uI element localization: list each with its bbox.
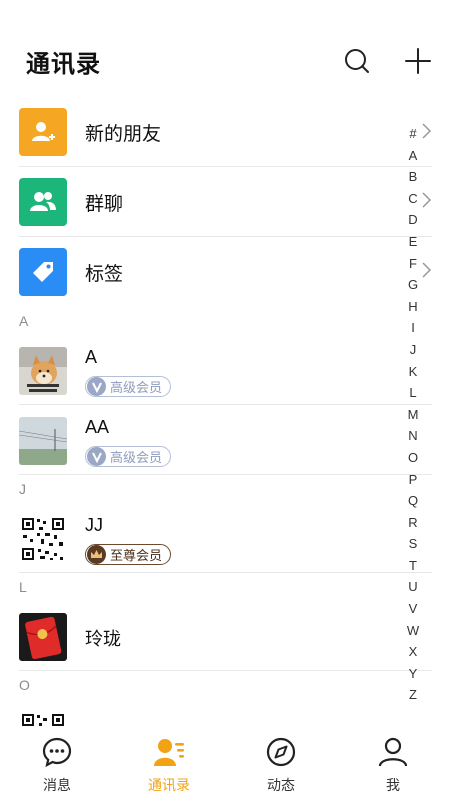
- index-letter[interactable]: K: [402, 361, 424, 383]
- tab-label: 消息: [43, 778, 71, 794]
- plus-icon: [405, 48, 431, 74]
- member-badge: 高级会员: [85, 446, 172, 467]
- avatar: [19, 347, 67, 395]
- index-letter[interactable]: T: [402, 555, 424, 577]
- index-letter[interactable]: A: [402, 145, 424, 167]
- tab-moments[interactable]: 动态: [241, 736, 321, 798]
- index-letter[interactable]: I: [402, 317, 424, 339]
- index-letter[interactable]: W: [402, 620, 424, 642]
- tab-me[interactable]: 我: [353, 736, 433, 798]
- tags-label: 标签: [85, 263, 124, 285]
- badge-label: 至尊会员: [110, 549, 163, 564]
- divider: [19, 572, 432, 573]
- compass-icon: [266, 737, 296, 767]
- index-letter[interactable]: R: [402, 512, 424, 534]
- landscape-photo: [19, 417, 67, 465]
- contacts-icon: [154, 739, 184, 766]
- index-letter[interactable]: F: [402, 253, 424, 275]
- index-letter[interactable]: L: [402, 382, 424, 404]
- contact-name: 玲珑: [85, 629, 121, 649]
- contact-name: A: [85, 347, 98, 367]
- index-letter[interactable]: V: [402, 598, 424, 620]
- divider: [19, 670, 432, 671]
- contact-name: AA: [85, 417, 110, 437]
- person-icon: [378, 737, 408, 767]
- avatar: [19, 417, 67, 465]
- chat-bubble-icon: [42, 737, 72, 768]
- crown-icon: [87, 545, 106, 564]
- index-letter[interactable]: C: [402, 188, 424, 210]
- index-letter[interactable]: N: [402, 425, 424, 447]
- red-envelope: [19, 613, 67, 661]
- index-letter[interactable]: H: [402, 296, 424, 318]
- index-letter[interactable]: Z: [402, 684, 424, 706]
- section-header-o: O: [19, 677, 30, 693]
- section-header-a: A: [19, 313, 29, 329]
- tag-icon: [19, 248, 67, 296]
- alphabet-index-bar[interactable]: # A B C D E F G H I J K L M N O P Q R S T U V W X Y Z: [402, 123, 424, 706]
- index-letter[interactable]: X: [402, 641, 424, 663]
- page-title: 通讯录: [26, 50, 101, 78]
- badge-label: 高级会员: [110, 451, 163, 466]
- contact-row[interactable]: JJ 至尊会员: [0, 503, 450, 573]
- index-letter[interactable]: G: [402, 274, 424, 296]
- index-letter[interactable]: E: [402, 231, 424, 253]
- contact-name: JJ: [85, 515, 103, 535]
- group-chat-label: 群聊: [85, 193, 124, 215]
- member-badge: 高级会员: [85, 376, 172, 397]
- index-letter[interactable]: S: [402, 533, 424, 555]
- tags-row[interactable]: 标签: [0, 237, 450, 307]
- new-friends-label: 新的朋友: [85, 123, 162, 145]
- index-letter[interactable]: U: [402, 576, 424, 598]
- contact-row[interactable]: AA 高级会员: [0, 405, 450, 475]
- vip-icon: [87, 447, 106, 466]
- qr-code: [19, 515, 67, 563]
- avatar: [19, 515, 67, 563]
- vip-icon: [87, 377, 106, 396]
- add-friend-icon: [19, 108, 67, 156]
- contact-row[interactable]: A 高级会员: [0, 335, 450, 405]
- add-button[interactable]: [401, 44, 435, 78]
- bottom-tab-bar: 消息 通讯录 动态 我: [0, 730, 450, 800]
- tab-label: 动态: [267, 778, 295, 794]
- index-letter[interactable]: B: [402, 166, 424, 188]
- tab-label: 通讯录: [148, 778, 190, 794]
- index-letter[interactable]: M: [402, 404, 424, 426]
- tab-messages[interactable]: 消息: [17, 736, 97, 798]
- avatar: [19, 613, 67, 661]
- index-letter[interactable]: O: [402, 447, 424, 469]
- index-letter[interactable]: D: [402, 209, 424, 231]
- shiba-dog-photo: [19, 347, 67, 395]
- index-letter[interactable]: P: [402, 469, 424, 491]
- tab-label: 我: [386, 778, 400, 794]
- tab-contacts[interactable]: 通讯录: [129, 736, 209, 798]
- search-button[interactable]: [340, 44, 374, 78]
- section-header-l: L: [19, 579, 27, 595]
- group-icon: [19, 178, 67, 226]
- contact-list[interactable]: 新的朋友 群聊 标签 A A 高级会员 AA 高级会员 J JJ 至尊会员 L …: [0, 97, 450, 737]
- index-letter[interactable]: #: [402, 123, 424, 145]
- index-letter[interactable]: Q: [402, 490, 424, 512]
- index-letter[interactable]: J: [402, 339, 424, 361]
- new-friends-row[interactable]: 新的朋友: [0, 97, 450, 167]
- contact-row[interactable]: 玲珑: [0, 601, 450, 671]
- index-letter[interactable]: Y: [402, 663, 424, 685]
- section-header-j: J: [19, 481, 26, 497]
- header: 通讯录: [0, 0, 450, 100]
- badge-label: 高级会员: [110, 381, 163, 396]
- member-badge: 至尊会员: [85, 544, 172, 565]
- divider: [19, 474, 432, 475]
- group-chat-row[interactable]: 群聊: [0, 167, 450, 237]
- search-icon: [345, 49, 369, 73]
